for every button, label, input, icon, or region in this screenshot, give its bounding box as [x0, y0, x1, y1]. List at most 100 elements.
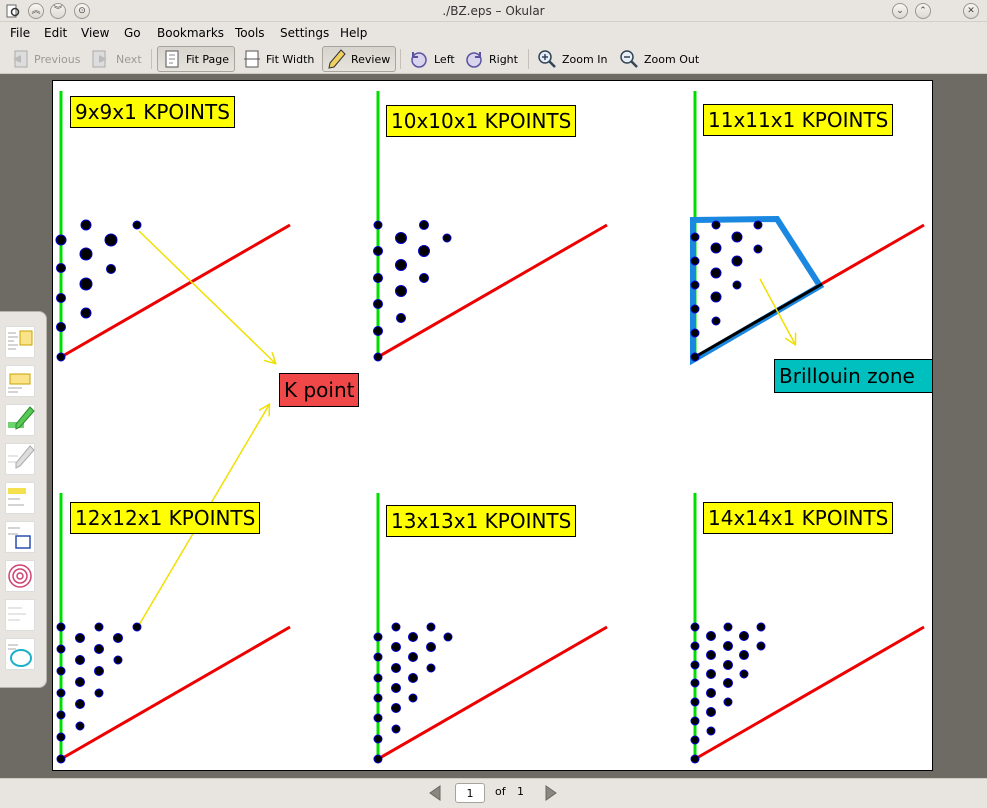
kpoint-dot	[690, 256, 700, 266]
kpoint-dot	[75, 699, 85, 709]
minimize-button[interactable]: ⌄	[892, 3, 908, 19]
menu-view[interactable]: View	[81, 26, 109, 40]
kpoint-dot	[55, 234, 67, 246]
freehand-line-tool[interactable]	[5, 443, 35, 475]
kpoint-dots	[55, 219, 142, 362]
kpoint-dot	[408, 652, 418, 662]
inline-note-tool[interactable]	[5, 365, 35, 397]
kpoint-dot	[373, 246, 383, 256]
menu-bookmarks[interactable]: Bookmarks	[157, 26, 224, 40]
kpoint-dot	[75, 721, 85, 731]
kpoint-dot	[710, 242, 722, 254]
kpoint-dot	[408, 693, 418, 703]
review-label: Review	[351, 52, 391, 66]
note-icon	[8, 330, 33, 350]
menu-tools[interactable]: Tools	[235, 26, 265, 40]
zoom-in-button[interactable]: Zoom In	[532, 46, 612, 72]
kpoint-dot	[391, 683, 401, 693]
rotate-right-icon	[466, 52, 482, 68]
stamp-tool[interactable]	[5, 599, 35, 631]
kpoint-dot	[56, 293, 66, 303]
kpoints-label-13x13: 13x13x1 KPOINTS	[386, 505, 577, 537]
k-point-arrow	[138, 230, 275, 363]
previous-page-icon	[13, 50, 28, 68]
kpoint-dot	[690, 697, 700, 707]
green-highlighter-tool[interactable]	[5, 404, 35, 436]
maximize-button[interactable]: ⌃	[915, 3, 931, 19]
kpoint-dot	[132, 220, 142, 230]
kpoint-dot	[373, 326, 383, 336]
zoom-in-label: Zoom In	[562, 52, 608, 66]
kpoint-dot	[106, 264, 116, 274]
kpoint-dot	[391, 642, 401, 652]
review-button[interactable]: Review	[322, 46, 397, 72]
kpoint-dot	[113, 633, 123, 643]
kpoint-dot	[56, 322, 66, 332]
menu-edit[interactable]: Edit	[44, 26, 67, 40]
kpoint-dot	[690, 678, 700, 688]
kpoint-dot	[56, 688, 66, 698]
kpoint-dot	[739, 669, 749, 679]
kpoint-dot	[132, 622, 142, 632]
menu-go[interactable]: Go	[124, 26, 141, 40]
kpoints-label-14x14: 14x14x1 KPOINTS	[703, 502, 894, 534]
kpoint-dot	[419, 220, 429, 230]
kpoint-figure	[55, 91, 925, 764]
fit-page-button[interactable]: Fit Page	[157, 46, 236, 72]
rotate-right-button[interactable]: Right	[459, 46, 523, 72]
kpoint-dot	[710, 291, 722, 303]
brillouin-zone-outline	[690, 215, 825, 366]
menu-help[interactable]: Help	[340, 26, 367, 40]
close-button[interactable]: ✕	[963, 3, 979, 19]
zoom-out-button[interactable]: Zoom Out	[614, 46, 704, 72]
kpoint-dot	[426, 642, 436, 652]
kpoint-dot	[373, 299, 383, 309]
straight-line-tool[interactable]	[5, 521, 35, 553]
yellow-highlighter-tool[interactable]	[5, 482, 35, 514]
kpoint-dot	[690, 622, 700, 632]
kpoint-dot	[75, 677, 85, 687]
zoom-in-icon	[538, 50, 556, 68]
menu-bar: File Edit View Go Bookmarks Tools Settin…	[0, 22, 987, 44]
panel-9x9	[55, 91, 291, 363]
previous-button[interactable]: Previous	[4, 46, 86, 72]
kpoint-dot	[690, 754, 700, 764]
next-label: Next	[116, 52, 142, 66]
previous-page-arrow-icon[interactable]	[428, 784, 442, 802]
pop-up-note-tool[interactable]	[5, 326, 35, 358]
fit-width-button[interactable]: Fit Width	[238, 46, 319, 72]
menu-settings[interactable]: Settings	[280, 26, 329, 40]
bz-arrow	[759, 278, 795, 344]
toolbar-separator	[151, 49, 152, 69]
menu-file[interactable]: File	[10, 26, 30, 40]
kpoint-dot	[373, 673, 383, 683]
next-page-arrow-icon[interactable]	[544, 784, 558, 802]
ellipse-tool[interactable]	[5, 638, 35, 670]
document-page: 9x9x1 KPOINTS 10x10x1 KPOINTS 11x11x1 KP…	[52, 80, 933, 771]
fit-width-label: Fit Width	[266, 52, 315, 66]
kpoint-dot	[94, 622, 104, 632]
kpoint-dot	[395, 259, 407, 271]
kpoint-dot	[373, 754, 383, 764]
next-button[interactable]: Next	[86, 46, 147, 72]
rotate-left-button[interactable]: Left	[404, 46, 460, 72]
kpoint-dot	[706, 707, 716, 717]
kpoint-dot	[753, 220, 763, 230]
zoom-out-icon	[620, 50, 638, 68]
polygon-tool[interactable]	[5, 560, 35, 592]
pencil-icon	[328, 49, 346, 69]
kpoint-dot	[690, 352, 700, 362]
kpoint-dot	[373, 693, 383, 703]
kpoint-dot	[706, 726, 716, 736]
kpoint-dot	[690, 232, 700, 242]
kpoint-dot	[710, 267, 722, 279]
document-viewer[interactable]: 9x9x1 KPOINTS 10x10x1 KPOINTS 11x11x1 KP…	[0, 74, 987, 778]
kpoint-dot	[395, 232, 407, 244]
page-number-input[interactable]	[455, 783, 485, 803]
kpoint-dot	[690, 304, 700, 314]
kpoint-dot	[373, 632, 383, 642]
kpoint-dot	[706, 650, 716, 660]
kpoint-dot	[690, 328, 700, 338]
kpoint-dot	[391, 703, 401, 713]
kpoint-dot	[373, 734, 383, 744]
